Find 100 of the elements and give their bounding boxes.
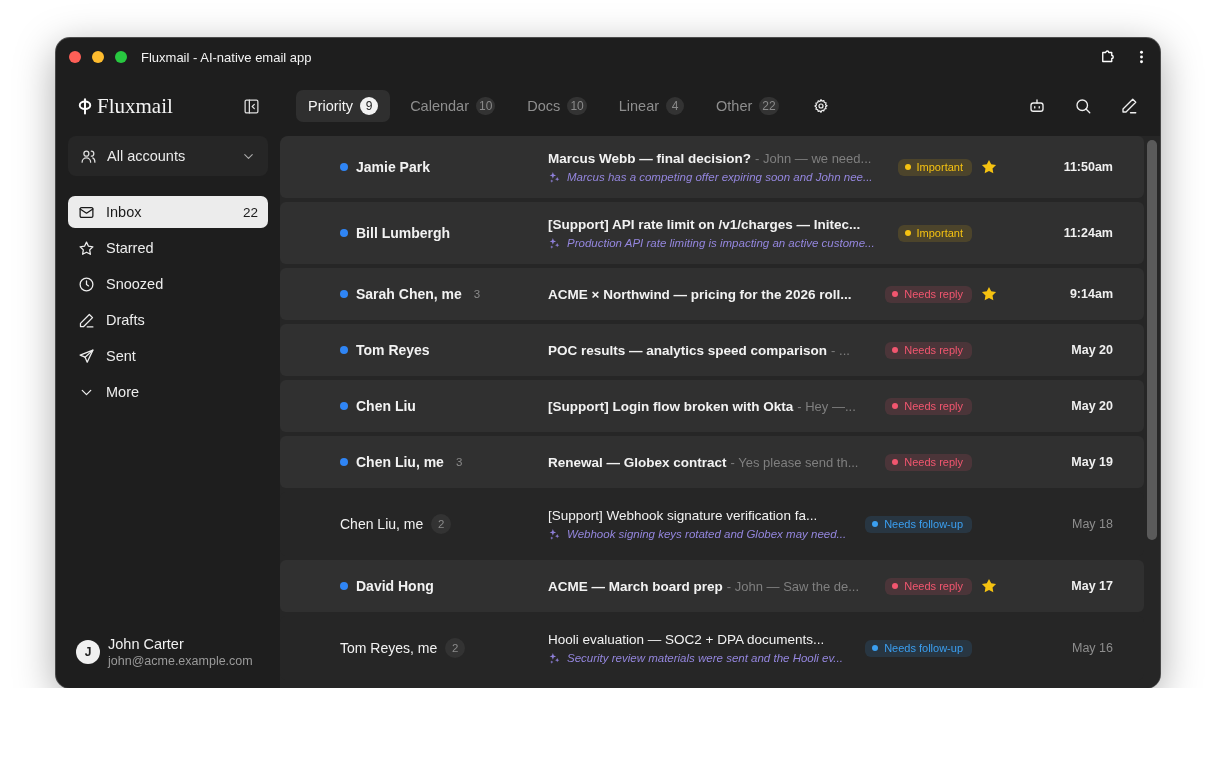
sidebar-item[interactable]: Snoozed xyxy=(68,268,268,300)
star-icon[interactable] xyxy=(980,577,998,595)
sparkle-icon xyxy=(548,236,561,250)
count-badge: 9 xyxy=(360,97,379,115)
thread-count: 3 xyxy=(473,288,481,300)
tab[interactable]: Priority 9 xyxy=(296,90,391,122)
star-icon xyxy=(78,239,95,257)
message-row[interactable]: Jamie Park Marcus Webb — final decision? - John — we need... Marcus has a competing offer expiring soon and John nee... Important 11:50am xyxy=(280,136,1144,198)
subject-text: Hooli evaluation — SOC2 + DPA documents... xyxy=(548,631,825,647)
summary-text: Webhook signing keys rotated and Globex may need... xyxy=(567,528,847,540)
status-tag: Needs follow-up xyxy=(865,639,972,657)
status-tag: Needs reply xyxy=(885,397,972,415)
more-options-icon[interactable] xyxy=(1139,49,1144,65)
sparkle-icon xyxy=(548,651,561,665)
robot-icon[interactable] xyxy=(1028,97,1046,115)
preview-text: - Hey —... xyxy=(797,398,856,414)
status-tag: Important xyxy=(897,158,972,176)
status-tag: Needs reply xyxy=(885,285,972,303)
status-tag: Needs follow-up xyxy=(865,515,972,533)
user-email: john@acme.example.com xyxy=(108,654,253,668)
status-tag: Needs reply xyxy=(885,577,972,595)
account-picker[interactable]: All accounts xyxy=(68,136,268,176)
subject-text: ACME × Northwind — pricing for the 2026 roll... xyxy=(548,286,852,302)
count-badge: 4 xyxy=(666,97,685,115)
time-label: May 18 xyxy=(1071,517,1113,531)
subject-text: Renewal — Globex contract xyxy=(548,454,727,470)
time-label: May 20 xyxy=(1070,399,1113,413)
summary-text: Marcus has a competing offer expiring soon and John nee... xyxy=(567,171,873,183)
preview-text: - Yes please send th... xyxy=(730,454,859,470)
thread-count: 2 xyxy=(431,514,452,534)
count-badge: 10 xyxy=(567,97,587,115)
pencil-icon xyxy=(78,311,95,329)
thread-count: 2 xyxy=(445,638,466,658)
sender-name: Tom Reyes, me xyxy=(340,640,438,656)
sidebar-item[interactable]: Inbox 22 xyxy=(68,196,268,228)
sender-name: Chen Liu, me xyxy=(340,516,424,532)
time-label: May 20 xyxy=(1070,343,1113,357)
settings-icon[interactable] xyxy=(812,98,829,114)
sender-name: Sarah Chen, me xyxy=(356,286,462,302)
sender-name: Jamie Park xyxy=(356,159,430,175)
time-label: May 19 xyxy=(1070,455,1113,469)
sidebar-toggle-icon[interactable] xyxy=(243,97,260,115)
preview-text: - ... xyxy=(831,342,850,358)
preview-text: - John — we need... xyxy=(755,150,872,166)
minimize-button[interactable] xyxy=(92,51,104,63)
compose-icon[interactable] xyxy=(1120,97,1138,115)
message-row[interactable]: Sarah Chen, me 3 ACME × Northwind — pricing for the 2026 roll... Needs reply 9:14am xyxy=(280,268,1144,320)
sidebar-item[interactable]: Sent xyxy=(68,340,268,372)
sender-name: Bill Lumbergh xyxy=(356,225,451,241)
paper-plane-icon xyxy=(78,347,95,365)
message-row[interactable]: Bill Lumbergh [Support] API rate limit on /v1/charges — Initec... Production API rate limiting is impacting an active custome... Important 11:24am xyxy=(280,202,1144,264)
time-label: May 16 xyxy=(1071,641,1113,655)
tab[interactable]: Other 22 xyxy=(704,90,791,122)
status-tag: Needs reply xyxy=(885,453,972,471)
window-title: Fluxmail - AI-native email app xyxy=(141,49,312,65)
time-label: May 17 xyxy=(1070,579,1113,593)
time-label: 9:14am xyxy=(1068,287,1113,301)
summary-text: Security review materials were sent and the Hooli ev... xyxy=(567,652,843,664)
logo-icon xyxy=(76,96,94,116)
user-name: John Carter xyxy=(108,636,185,652)
sender-name: Chen Liu, me xyxy=(356,454,444,470)
status-tag: Important xyxy=(897,224,972,242)
clock-icon xyxy=(78,275,95,293)
close-button[interactable] xyxy=(69,51,81,63)
subject-text: POC results — analytics speed comparison xyxy=(548,342,828,358)
sparkle-icon xyxy=(548,527,561,541)
sidebar-item[interactable]: More xyxy=(68,376,268,408)
subject-text: [Support] API rate limit on /v1/charges — Initec... xyxy=(548,216,861,232)
summary-text: Production API rate limiting is impacting an active custome... xyxy=(567,237,875,249)
message-row[interactable]: Chen Liu, me 3 Renewal — Globex contract - Yes please send th... Needs reply May 19 xyxy=(280,436,1144,488)
status-tag: Needs reply xyxy=(885,341,972,359)
message-row[interactable]: Chen Liu [Support] Login flow broken with Okta - Hey —... Needs reply May 20 xyxy=(280,380,1144,432)
subject-text: ACME — March board prep xyxy=(548,578,723,594)
star-icon[interactable] xyxy=(980,285,998,303)
sparkle-icon xyxy=(548,170,561,184)
time-label: 11:50am xyxy=(1062,160,1113,174)
message-row[interactable]: David Hong ACME — March board prep - John — Saw the de... Needs reply May 17 xyxy=(280,560,1144,612)
star-icon[interactable] xyxy=(980,158,998,176)
subject-text: Marcus Webb — final decision? xyxy=(548,150,752,166)
tab[interactable]: Calendar 10 xyxy=(398,90,508,122)
thread-count: 3 xyxy=(455,456,463,468)
count-badge: 10 xyxy=(475,97,496,115)
message-row[interactable]: Tom Reyes POC results — analytics speed comparison - ... Needs reply May 20 xyxy=(280,324,1144,376)
app-logo: Fluxmail xyxy=(97,93,173,119)
avatar: J xyxy=(76,640,100,664)
subject-text: [Support] Webhook signature verification fa... xyxy=(548,507,818,523)
sidebar-item[interactable]: Drafts xyxy=(68,304,268,336)
sidebar-item[interactable]: Starred xyxy=(68,232,268,264)
sender-name: David Hong xyxy=(356,578,434,594)
zoom-button[interactable] xyxy=(115,51,127,63)
tab[interactable]: Linear 4 xyxy=(606,90,697,122)
count-badge: 22 xyxy=(759,97,779,115)
scrollbar-thumb[interactable] xyxy=(1147,140,1157,540)
tab[interactable]: Docs 10 xyxy=(515,90,599,122)
sender-name: Tom Reyes xyxy=(356,342,430,358)
sender-name: Chen Liu xyxy=(356,398,416,414)
time-label: 11:24am xyxy=(1062,226,1113,240)
subject-text: [Support] Login flow broken with Okta xyxy=(548,398,794,414)
search-icon[interactable] xyxy=(1074,97,1092,115)
preview-text: - John — Saw the de... xyxy=(726,578,859,594)
